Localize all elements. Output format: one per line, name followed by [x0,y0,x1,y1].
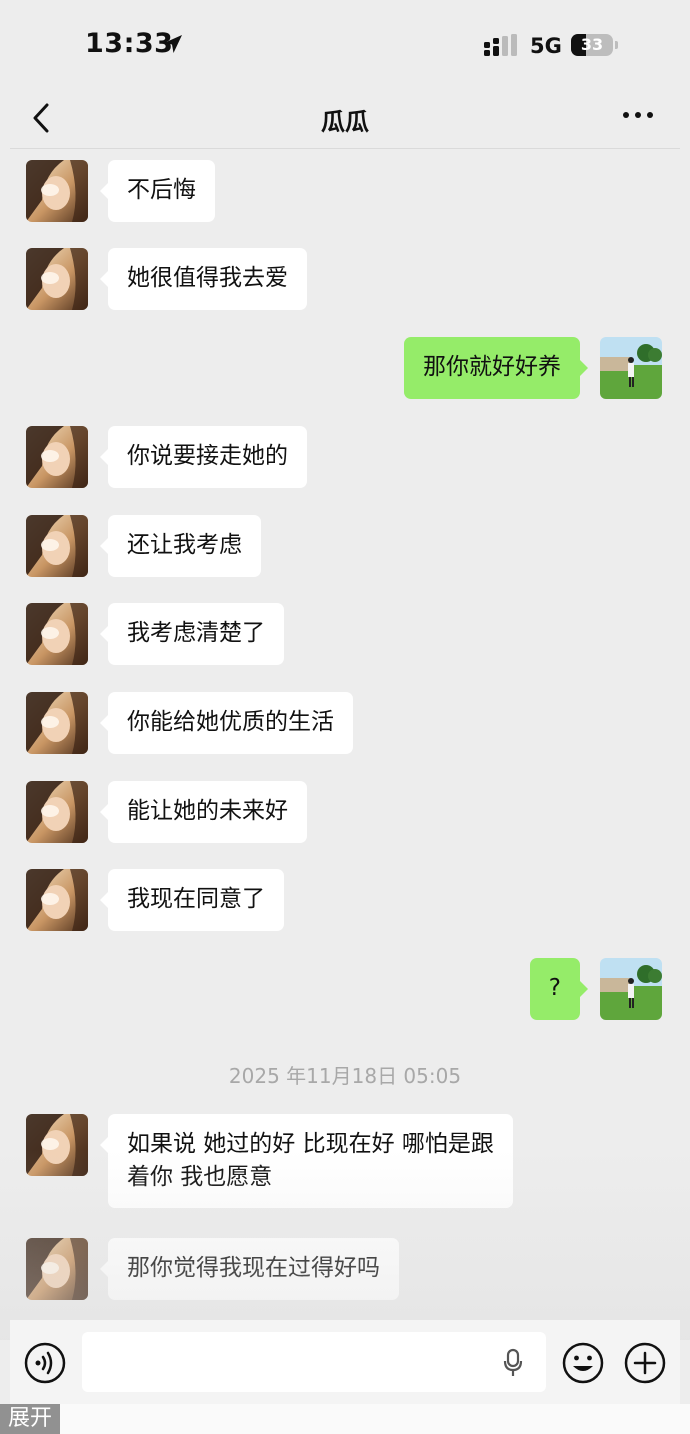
nav-divider [10,148,680,149]
message-bubble[interactable]: 还让我考虑 [100,515,261,577]
message-bubble[interactable]: 我考虑清楚了 [100,603,284,665]
message-bubble[interactable]: 那你就好好养 [404,337,588,399]
voice-icon[interactable] [24,1342,66,1384]
message-bubble[interactable]: 如果说 她过的好 比现在好 哪怕是跟 着你 我也愿意 [100,1114,513,1208]
battery-icon: 33 [571,34,619,56]
signal-icon [484,34,517,56]
user-avatar[interactable] [600,337,662,399]
emoji-icon[interactable] [562,1342,604,1384]
timestamp: 2025 年11月18日 05:05 [228,1064,462,1088]
expand-button[interactable]: 展开 [0,1404,60,1434]
message-bubble[interactable]: 她很值得我去爱 [100,248,307,310]
contact-avatar[interactable] [26,603,88,665]
message-input[interactable] [82,1332,546,1392]
message-bubble[interactable]: ? [529,958,589,1020]
contact-avatar[interactable] [26,1114,88,1176]
mic-icon[interactable] [502,1348,524,1378]
message-bubble[interactable]: 不后悔 [100,160,215,222]
message-bubble[interactable]: 那你觉得我现在过得好吗 [100,1238,399,1300]
network-type: 5G [530,34,562,58]
battery-level: 33 [580,35,604,54]
contact-avatar[interactable] [26,1238,88,1300]
chat-title: 瓜瓜 [321,108,369,136]
input-bar [10,1320,680,1404]
contact-avatar[interactable] [26,781,88,843]
contact-avatar[interactable] [26,869,88,931]
user-avatar[interactable] [600,958,662,1020]
contact-avatar[interactable] [26,515,88,577]
ellipsis-icon[interactable] [622,110,654,120]
nav-bar: 瓜瓜 [0,88,690,148]
bottom-strip [0,1404,690,1434]
status-bar: 13:33 5G 33 [0,0,690,88]
contact-avatar[interactable] [26,426,88,488]
message-bubble[interactable]: 你说要接走她的 [100,426,307,488]
contact-avatar[interactable] [26,692,88,754]
location-arrow-icon [164,35,182,53]
message-bubble[interactable]: 你能给她优质的生活 [100,692,353,754]
contact-avatar[interactable] [26,248,88,310]
message-bubble[interactable]: 能让她的未来好 [100,781,307,843]
contact-avatar[interactable] [26,160,88,222]
plus-icon[interactable] [624,1342,666,1384]
status-time: 13:33 [85,28,174,59]
message-bubble[interactable]: 我现在同意了 [100,869,284,931]
